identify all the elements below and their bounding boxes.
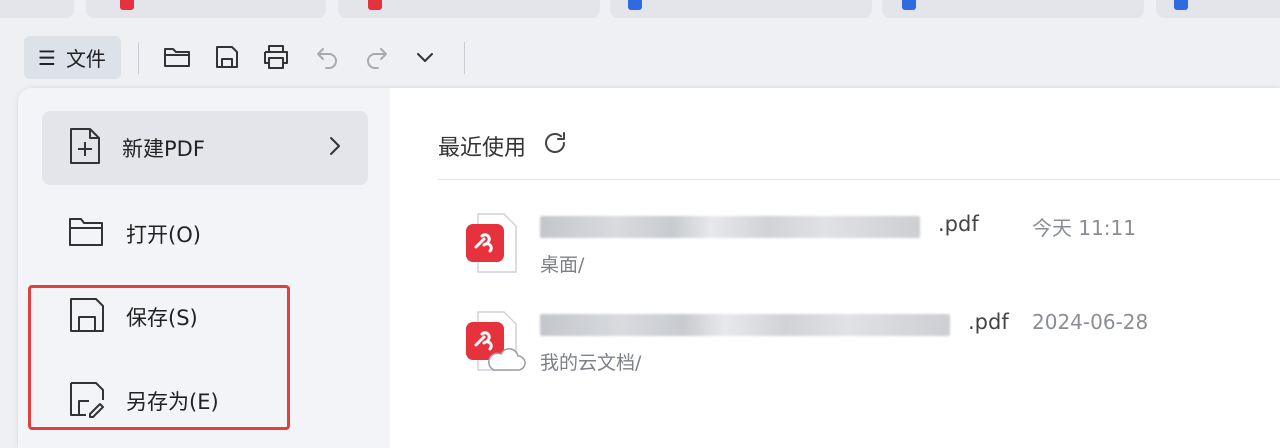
menu-item-open[interactable]: 打开(O) [42,197,368,271]
recent-title: 最近使用 [438,136,527,161]
doc-icon [1174,0,1188,10]
print-icon[interactable] [261,42,291,72]
chevron-right-icon [328,135,342,162]
quick-toolbar: ☰ 文件 [0,30,1280,86]
tab[interactable] [338,0,600,18]
pdf-icon [120,0,134,10]
menu-icon: ☰ [38,45,56,70]
recent-header: 最近使用 [438,130,568,162]
highlight-annotation [28,285,290,430]
file-date: 2024-06-28 [1032,310,1149,334]
menu-item-label: 打开(O) [126,223,201,247]
pdf-file-icon [464,212,522,276]
cloud-pdf-file-icon [464,310,526,374]
save-icon[interactable] [212,42,242,72]
divider [438,179,1280,180]
tab[interactable] [86,0,326,18]
file-name-redacted [540,314,950,336]
refresh-icon[interactable] [542,130,568,162]
recent-file-row[interactable]: .pdf 2024-06-28 我的云文档/ [464,310,1224,390]
doc-icon [902,0,916,10]
file-path: 我的云文档/ [540,352,642,374]
redo-icon[interactable] [362,42,392,72]
toolbar-divider [138,42,139,74]
file-menu-list: 新建PDF 打开(O) 保存(S) 另存为(E) [18,88,390,448]
file-path: 桌面/ [540,254,585,276]
file-extension: .pdf [938,212,979,236]
folder-icon [68,216,106,253]
tab[interactable] [610,0,872,18]
file-extension: .pdf [968,310,1009,334]
file-menu-panel: 新建PDF 打开(O) 保存(S) 另存为(E) 最近使用 .pdf 今天 11… [18,88,1280,448]
tab[interactable] [882,0,1144,18]
doc-icon [628,0,642,10]
undo-icon[interactable] [312,42,342,72]
pdf-icon [368,0,382,10]
file-date: 今天 11:11 [1032,216,1136,240]
tab[interactable] [1156,0,1280,18]
chevron-down-icon[interactable] [410,42,440,72]
tab-strip [0,0,1280,20]
recent-file-row[interactable]: .pdf 今天 11:11 桌面/ [464,212,1224,292]
menu-item-label: 新建PDF [122,137,205,161]
menu-item-new-pdf[interactable]: 新建PDF [42,111,368,185]
open-folder-icon[interactable] [162,42,192,72]
file-name-redacted [540,216,920,238]
toolbar-divider [464,42,465,74]
tab[interactable] [0,0,74,18]
new-file-icon [68,126,102,171]
file-menu-button[interactable]: ☰ 文件 [24,36,121,79]
file-menu-label: 文件 [65,47,106,71]
